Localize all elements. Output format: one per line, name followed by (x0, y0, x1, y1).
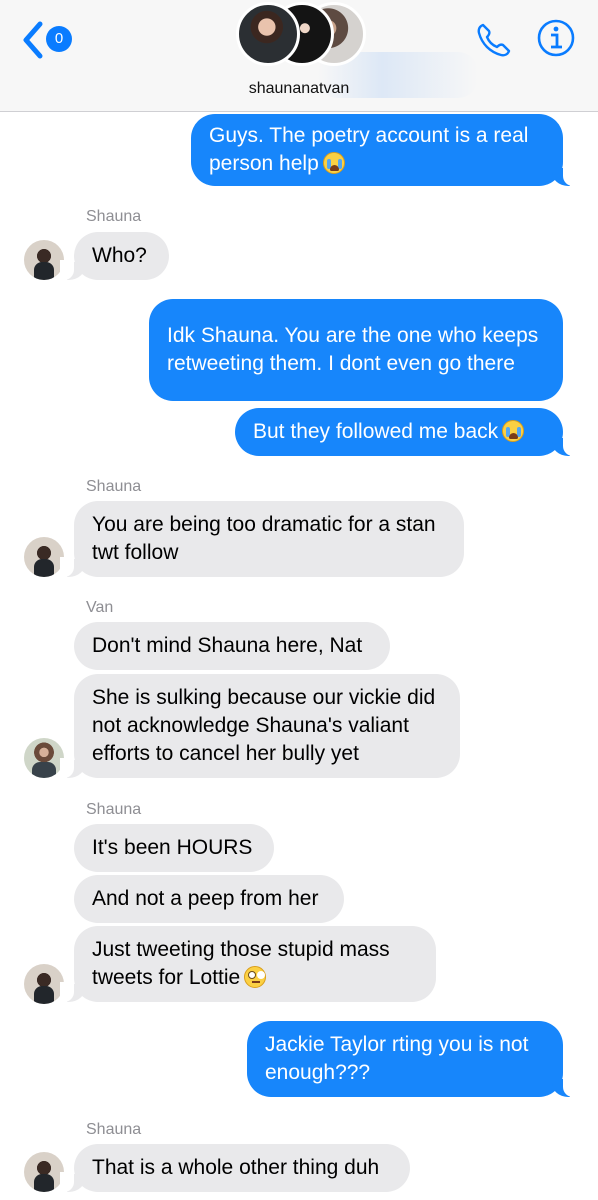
sender-name: Shauna (86, 208, 142, 225)
incoming-message[interactable]: And not a peep from her (74, 875, 344, 923)
incoming-message[interactable]: That is a whole other thing duh (60, 1144, 410, 1192)
outgoing-message[interactable]: Idk Shauna. You are the one who keeps re… (149, 299, 563, 401)
incoming-message[interactable]: Who? (60, 232, 169, 280)
avatar[interactable] (24, 964, 64, 1004)
incoming-message[interactable]: You are being too dramatic for a stan tw… (60, 501, 464, 577)
message-list[interactable]: Guys. The poetry account is a real perso… (0, 112, 598, 1200)
incoming-message[interactable]: It's been HOURS (74, 824, 274, 872)
outgoing-message[interactable]: Jackie Taylor rting you is not enough??? (247, 1021, 577, 1097)
outgoing-message[interactable]: Guys. The poetry account is a real perso… (191, 114, 577, 186)
group-avatars[interactable] (236, 2, 366, 66)
sender-name: Shauna (86, 478, 142, 495)
sender-name: Van (86, 599, 114, 616)
chevron-left-icon (23, 21, 43, 59)
avatar[interactable] (24, 1152, 64, 1192)
avatar[interactable] (24, 240, 64, 280)
avatar[interactable] (24, 537, 64, 577)
incoming-message[interactable]: Just tweeting those stupid mass tweets f… (60, 926, 436, 1002)
avatar (236, 2, 300, 66)
outgoing-message[interactable]: But they followed me back (235, 408, 577, 456)
conversation-header: 0 shaunanatvan (0, 0, 598, 112)
sender-name: Shauna (86, 801, 142, 818)
sender-name: Shauna (86, 1121, 142, 1138)
group-name[interactable]: shaunanatvan (0, 80, 598, 98)
unread-count-badge: 0 (46, 26, 72, 52)
info-icon[interactable] (536, 18, 576, 58)
phone-icon[interactable] (474, 20, 514, 60)
loudly-crying-face-icon (322, 152, 345, 174)
incoming-message[interactable]: Don't mind Shauna here, Nat (74, 622, 390, 670)
incoming-message[interactable]: She is sulking because our vickie did no… (60, 674, 460, 778)
loudly-crying-face-icon (502, 420, 525, 442)
face-with-rolling-eyes-icon (244, 966, 267, 988)
avatar[interactable] (24, 738, 64, 778)
back-button[interactable]: 0 (20, 20, 80, 60)
